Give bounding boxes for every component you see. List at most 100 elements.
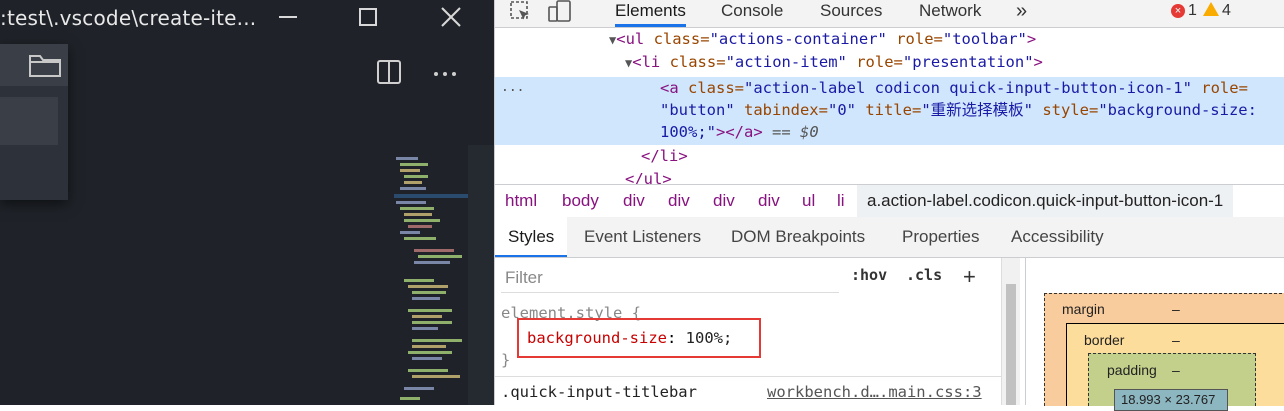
attr-value: "重新选择模板" <box>921 101 1033 119</box>
attr-value: "0" <box>827 101 856 119</box>
console-ref: == $0 <box>762 123 819 141</box>
attr-name: role= <box>886 30 943 48</box>
element-style-close: } <box>501 351 511 369</box>
quick-pick-title-row <box>0 44 68 86</box>
rule-selector[interactable]: .quick-input-titlebar <box>501 383 697 401</box>
attr-value: 100%;" <box>660 123 716 141</box>
minimap[interactable] <box>394 145 468 405</box>
tab-sources[interactable]: Sources <box>820 0 882 27</box>
breadcrumb-a[interactable]: a.action-label.codicon.quick-input-butto… <box>857 185 1234 217</box>
error-count-text: 1 <box>1188 2 1197 19</box>
breadcrumb-body[interactable]: body <box>562 185 599 217</box>
box-model-pane: margin – border – padding – 18.993 × 23.… <box>1025 258 1284 411</box>
node-actions-ellipsis[interactable]: ... <box>501 80 524 95</box>
more-actions-button[interactable] <box>432 58 460 86</box>
maximize-button[interactable] <box>345 0 389 34</box>
attr-value: "action-label codicon quick-input-button… <box>744 79 1192 97</box>
warning-icon <box>1203 2 1219 16</box>
dom-node-a-line1[interactable]: <a class="action-label codicon quick-inp… <box>660 77 1248 100</box>
tab-elements[interactable]: Elements <box>615 0 686 27</box>
breadcrumb-div[interactable]: div <box>668 185 690 217</box>
new-style-rule-button[interactable]: + <box>963 264 976 290</box>
attr-value: "presentation" <box>902 53 1034 71</box>
quick-pick-selected-item[interactable] <box>0 97 58 145</box>
editor-scrollbar[interactable] <box>468 145 494 405</box>
minimize-icon <box>279 16 297 18</box>
cls-toggle[interactable]: .cls <box>906 266 942 284</box>
error-count[interactable]: × 1 <box>1171 0 1197 22</box>
tab-properties[interactable]: Properties <box>902 217 979 257</box>
split-editor-button[interactable] <box>376 58 404 86</box>
padding-value: – <box>1172 362 1180 378</box>
style-declaration[interactable]: background-size: 100%; <box>527 329 732 347</box>
tag-text: <li <box>632 53 670 71</box>
breadcrumb-div[interactable]: div <box>623 185 645 217</box>
devtools-tab-bar: Elements Console Sources Network » × 1 4 <box>495 0 1284 28</box>
property-colon: : <box>666 329 686 347</box>
folder-icon <box>29 55 61 77</box>
border-label: border <box>1084 332 1125 348</box>
warning-count-text: 4 <box>1222 2 1231 19</box>
border-value: – <box>1172 332 1180 348</box>
attr-value: "button" <box>660 101 735 119</box>
margin-value: – <box>1172 301 1180 317</box>
tab-network[interactable]: Network <box>919 0 981 27</box>
styles-scrollbar[interactable] <box>1001 258 1020 405</box>
breadcrumb-div[interactable]: div <box>713 185 735 217</box>
dom-node-a-line2[interactable]: "button" tabindex="0" title="重新选择模板" sty… <box>660 99 1257 122</box>
dom-node-ul[interactable]: ▼<ul class="actions-container" role="too… <box>609 28 1036 51</box>
more-actions-icon <box>434 72 456 76</box>
tag-text: > <box>1026 30 1037 48</box>
breadcrumb-div[interactable]: div <box>758 185 780 217</box>
device-toolbar-button[interactable] <box>547 0 573 29</box>
tab-console[interactable]: Console <box>721 0 783 27</box>
tab-dom-breakpoints[interactable]: DOM Breakpoints <box>731 217 865 257</box>
breadcrumb: html body div div div div ul li a.action… <box>495 184 1284 218</box>
vscode-window: :test\.vscode\create-ite... <box>0 0 494 405</box>
attr-name: title= <box>855 101 922 119</box>
more-tabs-button[interactable]: » <box>1016 0 1027 27</box>
tab-styles[interactable]: Styles <box>495 217 568 257</box>
tag-text: <ul <box>616 30 654 48</box>
tab-event-listeners[interactable]: Event Listeners <box>584 217 701 257</box>
attr-name: class= <box>653 30 710 48</box>
attr-name: style= <box>1032 101 1099 119</box>
hov-toggle[interactable]: :hov <box>851 266 887 284</box>
padding-label: padding <box>1107 362 1157 378</box>
rule-source-link[interactable]: workbench.d….main.css:3 <box>767 383 982 401</box>
warning-count[interactable]: 4 <box>1203 0 1231 22</box>
breadcrumb-html[interactable]: html <box>505 185 537 217</box>
box-content[interactable]: 18.993 × 23.767 <box>1114 389 1228 411</box>
breadcrumb-ul[interactable]: ul <box>802 185 815 217</box>
dom-node-li[interactable]: ▼<li class="action-item" role="presentat… <box>625 51 1043 74</box>
property-name[interactable]: background-size <box>527 329 667 347</box>
inspect-element-button[interactable] <box>509 0 533 29</box>
title-bar: :test\.vscode\create-ite... <box>0 0 494 34</box>
tab-accessibility[interactable]: Accessibility <box>1011 217 1104 257</box>
devtools-panel: Elements Console Sources Network » × 1 4 … <box>494 0 1284 411</box>
tag-text: ></a> <box>716 123 763 141</box>
tag-text: > <box>1033 53 1043 71</box>
close-button[interactable] <box>428 0 472 34</box>
property-value[interactable]: 100%; <box>686 329 733 347</box>
breadcrumb-li[interactable]: li <box>837 185 845 217</box>
styles-filter-input[interactable]: Filter <box>501 264 839 293</box>
attr-name: class= <box>688 79 744 97</box>
tag-text: <a <box>660 79 688 97</box>
attr-value: "toolbar" <box>942 30 1027 48</box>
styles-scroll-thumb[interactable] <box>1006 284 1016 405</box>
minimize-button[interactable] <box>265 0 309 34</box>
margin-label: margin <box>1062 301 1105 317</box>
dom-node-li-close[interactable]: </li> <box>641 145 688 168</box>
attr-name: role= <box>846 53 903 71</box>
attr-name: role= <box>1191 79 1248 97</box>
dom-tree: ... ▼<ul class="actions-container" role=… <box>495 28 1284 184</box>
split-editor-icon <box>377 60 401 84</box>
folder-button[interactable] <box>28 52 62 83</box>
quick-pick-panel <box>0 44 68 200</box>
inspect-icon <box>510 1 529 20</box>
rule-divider <box>495 376 1001 377</box>
dom-node-a-line3[interactable]: 100%;"></a> == $0 <box>660 121 819 144</box>
dom-node-ul-close[interactable]: </ul> <box>625 168 672 184</box>
attr-value: "action-item" <box>725 53 847 71</box>
